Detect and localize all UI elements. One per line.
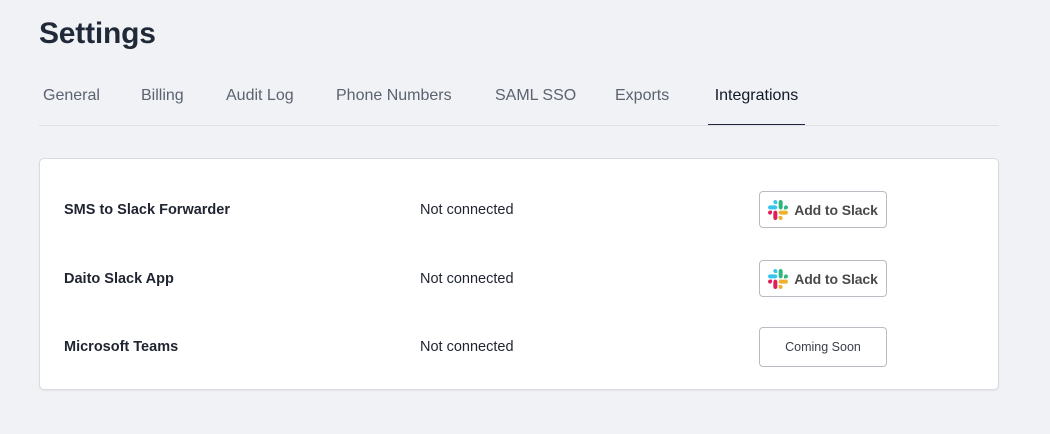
tab-saml-sso[interactable]: SAML SSO [493,76,583,125]
tab-exports[interactable]: Exports [613,76,678,125]
settings-tabs: General Billing Audit Log Phone Numbers … [39,76,999,126]
integration-status: Not connected [420,339,514,355]
slack-icon [768,268,789,289]
integrations-card: SMS to Slack Forwarder Not connected Add… [39,158,999,390]
add-to-slack-button[interactable]: Add to Slack [759,191,887,228]
integration-name: Microsoft Teams [64,339,179,355]
coming-soon-button[interactable]: Coming Soon [759,327,887,367]
tab-integrations[interactable]: Integrations [708,76,805,125]
integration-name: Daito Slack App [64,271,174,287]
add-to-slack-label: Add to Slack [794,270,878,287]
tab-phone-numbers[interactable]: Phone Numbers [334,76,459,125]
tab-general[interactable]: General [39,76,104,125]
tab-billing[interactable]: Billing [139,76,189,125]
integration-row-daito-slack-app: Daito Slack App Not connected Add to Sla… [40,259,998,299]
tab-audit-log[interactable]: Audit Log [224,76,304,125]
integration-name: SMS to Slack Forwarder [64,202,230,218]
integration-row-microsoft-teams: Microsoft Teams Not connected Coming Soo… [40,327,998,367]
add-to-slack-label: Add to Slack [794,201,878,218]
slack-icon [768,199,789,220]
integration-status: Not connected [420,202,514,218]
page-title: Settings [39,17,156,50]
integration-row-sms-to-slack: SMS to Slack Forwarder Not connected Add… [40,190,998,230]
integration-status: Not connected [420,271,514,287]
coming-soon-label: Coming Soon [785,340,861,354]
add-to-slack-button[interactable]: Add to Slack [759,260,887,297]
